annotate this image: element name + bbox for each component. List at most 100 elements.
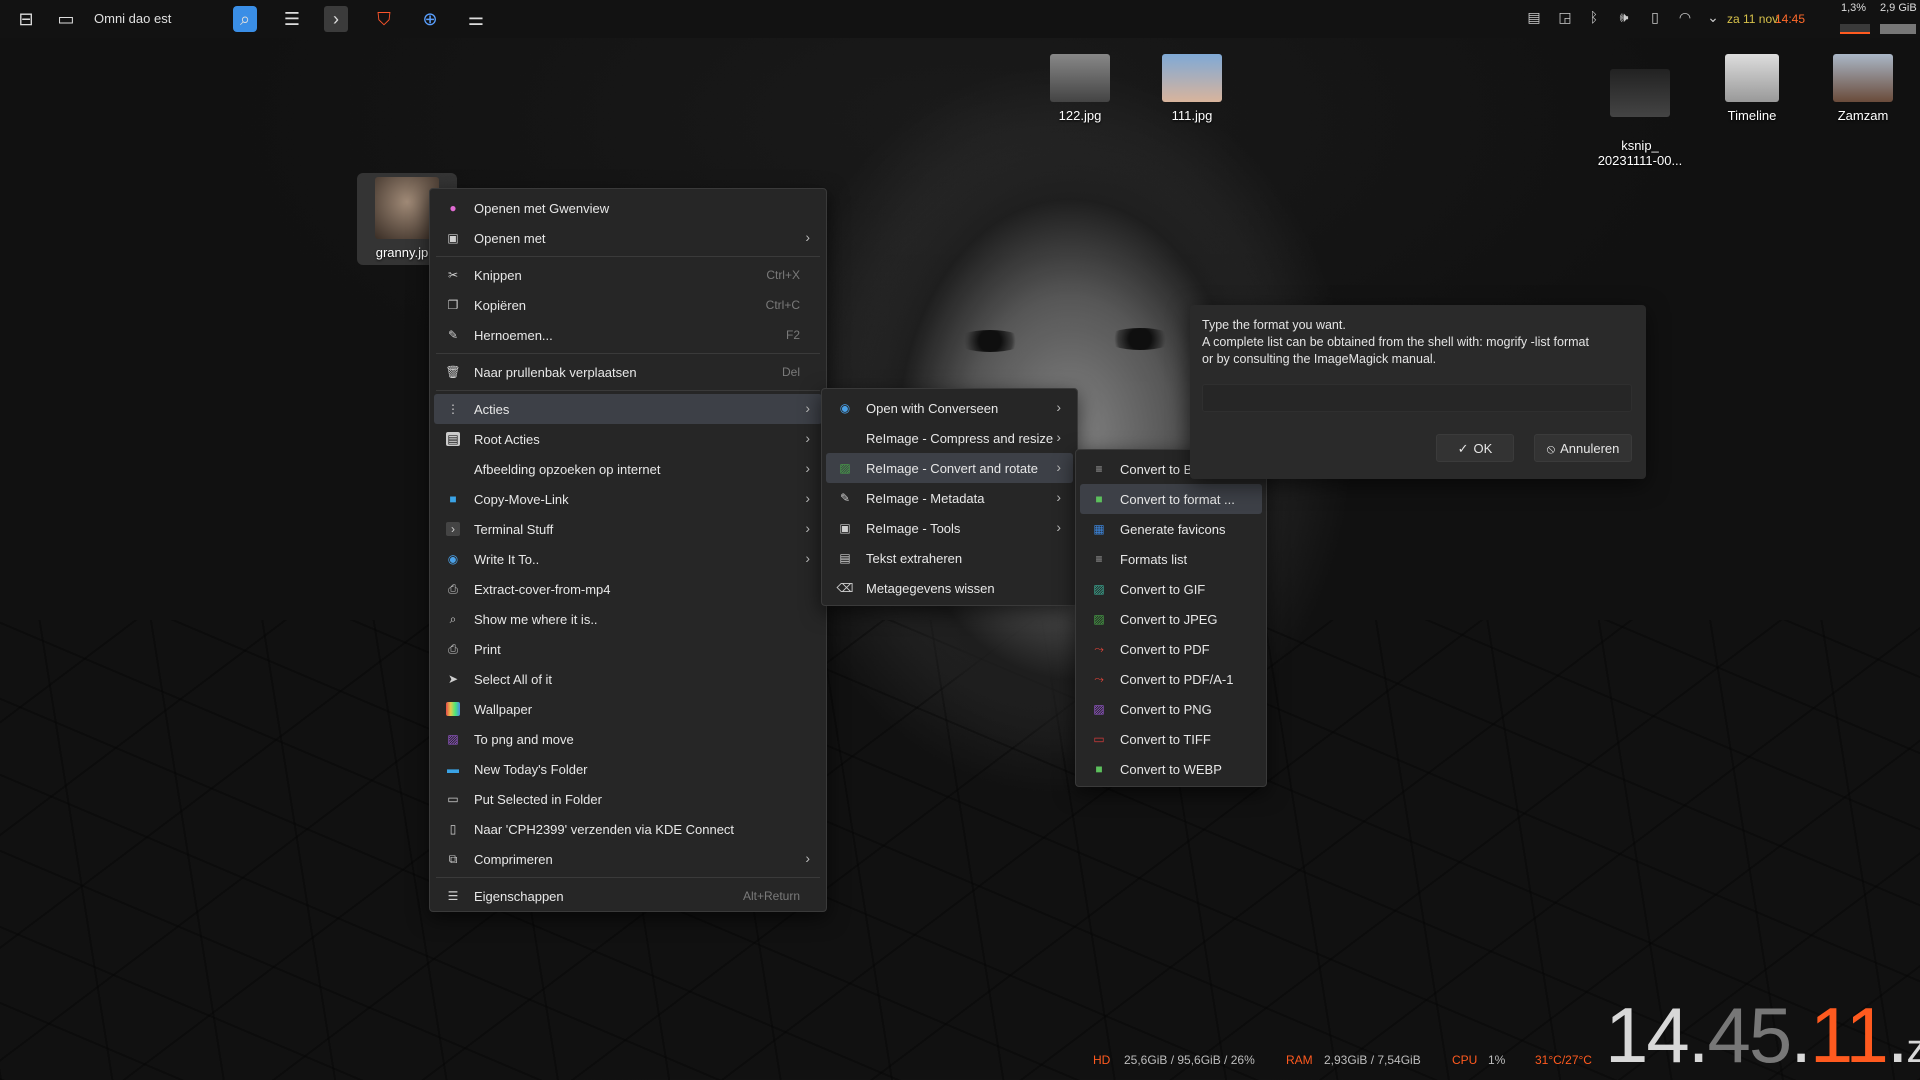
menu-item-put-selected-in-folder[interactable]: ▭ Put Selected in Folder xyxy=(434,784,822,814)
active-window-title[interactable]: Omni dao est xyxy=(94,11,171,26)
terminal-icon[interactable]: › xyxy=(324,6,348,32)
pdf-icon: ⤳ xyxy=(1094,641,1104,656)
menu-bars-icon[interactable]: ☰ xyxy=(278,6,306,32)
ok-button[interactable]: ✓ OK xyxy=(1436,434,1514,462)
dialog-text-line2: A complete list can be obtained from the… xyxy=(1202,335,1589,349)
menu-item-wallpaper[interactable]: Wallpaper xyxy=(434,694,822,724)
menu-item-label: Wallpaper xyxy=(474,701,533,717)
chevron-right-icon: › xyxy=(805,460,810,476)
notes-icon[interactable]: ▤ xyxy=(1524,9,1544,29)
cancel-button[interactable]: ⦸ Annuleren xyxy=(1534,434,1632,462)
menu-item-terminal-stuff[interactable]: › Terminal Stuff › xyxy=(434,514,822,544)
menu-item-extract-cover[interactable]: ⎙ Extract-cover-from-mp4 xyxy=(434,574,822,604)
settings-sliders-icon[interactable]: ⚌ xyxy=(462,6,490,32)
desktop-file-label: granny.jp xyxy=(375,245,429,260)
chevron-down-icon[interactable]: ⌄ xyxy=(1703,9,1723,29)
menu-item-open-gwenview[interactable]: ● Openen met Gwenview xyxy=(434,193,822,223)
phone-icon[interactable]: ▯ xyxy=(1645,9,1665,29)
menu-item-kde-connect[interactable]: ▯ Naar 'CPH2399' verzenden via KDE Conne… xyxy=(434,814,822,844)
menu-item-reimage-compress[interactable]: ReImage - Compress and resize › xyxy=(826,423,1073,453)
format-input[interactable] xyxy=(1202,384,1632,412)
menu-item-open-converseen[interactable]: ◉ Open with Converseen › xyxy=(826,393,1073,423)
bluetooth-icon[interactable]: ᛒ xyxy=(1584,9,1604,29)
menu-separator xyxy=(436,390,820,391)
menu-item-compress[interactable]: ⧉ Comprimeren › xyxy=(434,844,822,874)
screenshot-icon[interactable]: ▭ xyxy=(52,6,80,32)
menu-item-convert-gif[interactable]: ▨ Convert to GIF xyxy=(1080,574,1262,604)
menu-item-move-to-trash[interactable]: 🗑 Naar prullenbak verplaatsen Del xyxy=(434,357,822,387)
chevron-right-icon: › xyxy=(1056,459,1061,475)
menu-item-cut[interactable]: ✂ Knippen Ctrl+X xyxy=(434,260,822,290)
chevron-right-icon: › xyxy=(805,490,810,506)
menu-item-label: Open with Converseen xyxy=(866,400,999,416)
menu-item-convert-format[interactable]: ■ Convert to format ... xyxy=(1080,484,1262,514)
menu-item-copy-move-link[interactable]: ■ Copy-Move-Link › xyxy=(434,484,822,514)
menu-item-write-it-to[interactable]: ◉ Write It To.. › xyxy=(434,544,822,574)
converseen-icon: ◉ xyxy=(839,401,851,415)
panel-date[interactable]: za 11 nov. xyxy=(1727,12,1781,26)
menu-item-label: Convert to PDF xyxy=(1120,641,1210,657)
menu-item-convert-pdf[interactable]: ⤳ Convert to PDF xyxy=(1080,634,1262,664)
desktop-file-timeline[interactable]: Timeline xyxy=(1702,54,1802,123)
menu-item-acties[interactable]: ⋮ Acties › xyxy=(434,394,822,424)
menu-item-open-with[interactable]: ▣ Openen met › xyxy=(434,223,822,253)
menu-item-label: Write It To.. xyxy=(474,551,540,567)
menu-item-convert-jpeg[interactable]: ▨ Convert to JPEG xyxy=(1080,604,1262,634)
menu-item-formats-list[interactable]: ≡ Formats list xyxy=(1080,544,1262,574)
menu-item-label: Root Acties xyxy=(474,431,540,447)
menu-item-copy[interactable]: ❐ Kopiëren Ctrl+C xyxy=(434,290,822,320)
menu-item-new-todays-folder[interactable]: ▬ New Today's Folder xyxy=(434,754,822,784)
panel-time[interactable]: 14:45 xyxy=(1775,12,1805,26)
menu-item-generate-favicons[interactable]: ▦ Generate favicons xyxy=(1080,514,1262,544)
menu-item-convert-png[interactable]: ▨ Convert to PNG xyxy=(1080,694,1262,724)
window-list-icon[interactable]: ⊟ xyxy=(12,6,40,32)
menu-item-root-acties[interactable]: ▤ Root Acties › xyxy=(434,424,822,454)
text-icon: ▤ xyxy=(839,551,851,565)
cpu-mini-label: 1,3% xyxy=(1841,2,1867,14)
menu-item-print[interactable]: ⎙ Print xyxy=(434,634,822,664)
desktop-file-zamzam[interactable]: Zamzam xyxy=(1813,54,1913,123)
brave-browser-icon[interactable]: ⛉ xyxy=(370,6,398,32)
network-globe-icon[interactable]: ⊕ xyxy=(416,6,444,32)
menu-item-reimage-convert[interactable]: ▨ ReImage - Convert and rotate › xyxy=(826,453,1073,483)
menu-item-convert-tiff[interactable]: ▭ Convert to TIFF xyxy=(1080,724,1262,754)
phone-icon: ▯ xyxy=(449,822,457,836)
menu-item-rename[interactable]: ✎ Hernoemen... F2 xyxy=(434,320,822,350)
file-search-icon[interactable]: ⌕ xyxy=(233,6,257,32)
image-thumbnail xyxy=(1162,54,1222,102)
pencil-icon: ✎ xyxy=(839,491,851,505)
mem-mini-label: 2,9 GiB xyxy=(1880,2,1917,14)
menu-item-select-all[interactable]: ➤ Select All of it xyxy=(434,664,822,694)
menu-item-clear-metadata[interactable]: ⌫ Metagegevens wissen xyxy=(826,573,1073,603)
menu-item-extract-text[interactable]: ▤ Tekst extraheren xyxy=(826,543,1073,573)
clock-separator: . xyxy=(1886,991,1909,1079)
pencil-icon: ✎ xyxy=(447,328,459,342)
wifi-icon[interactable]: ◠ xyxy=(1675,9,1695,29)
clock-separator: . xyxy=(1687,991,1710,1079)
menu-item-to-png-and-move[interactable]: ▨ To png and move xyxy=(434,724,822,754)
menu-item-label: Select All of it xyxy=(474,671,553,687)
menu-item-properties[interactable]: ☰ Eigenschappen Alt+Return xyxy=(434,881,822,911)
menu-item-convert-pdfa1[interactable]: ⤳ Convert to PDF/A-1 xyxy=(1080,664,1262,694)
menu-item-reimage-tools[interactable]: ▣ ReImage - Tools › xyxy=(826,513,1073,543)
menu-item-label: Acties xyxy=(474,401,510,417)
format-input-dialog: Type the format you want. A complete lis… xyxy=(1190,305,1646,479)
menu-item-label: Convert to format ... xyxy=(1120,491,1235,507)
clipboard-icon[interactable]: ◲ xyxy=(1555,9,1575,29)
desktop-file-ksnip[interactable]: ksnip_ 20231111-00... xyxy=(1590,54,1690,168)
menu-item-convert-webp[interactable]: ■ Convert to WEBP xyxy=(1080,754,1262,784)
menu-item-reimage-metadata[interactable]: ✎ ReImage - Metadata › xyxy=(826,483,1073,513)
folder-icon: ■ xyxy=(449,492,457,506)
root-icon: ▤ xyxy=(446,432,460,446)
folder-new-icon: ▬ xyxy=(447,762,459,776)
menu-item-label: Convert to GIF xyxy=(1120,581,1206,597)
archive-icon: ⧉ xyxy=(448,851,458,866)
menu-item-label: Knippen xyxy=(474,267,522,283)
image-icon: ▨ xyxy=(1093,612,1105,626)
volume-icon[interactable]: 🕪 xyxy=(1614,9,1634,29)
desktop-file-111[interactable]: 111.jpg xyxy=(1142,54,1242,123)
menu-item-label: Openen met Gwenview xyxy=(474,200,610,216)
menu-item-show-me-where[interactable]: ⌕ Show me where it is.. xyxy=(434,604,822,634)
desktop-file-122[interactable]: 122.jpg xyxy=(1030,54,1130,123)
menu-item-search-image-online[interactable]: Afbeelding opzoeken op internet › xyxy=(434,454,822,484)
